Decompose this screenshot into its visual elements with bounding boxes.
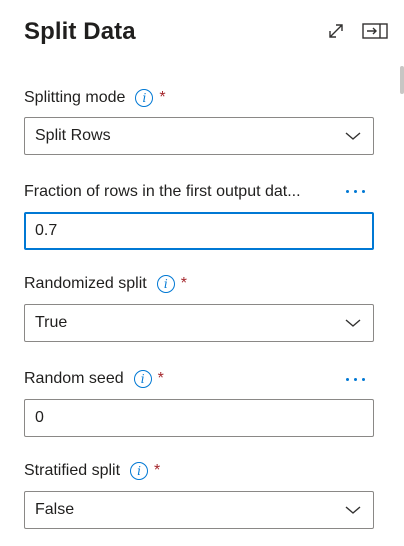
panel-title: Split Data: [24, 18, 136, 45]
info-icon[interactable]: i: [133, 370, 152, 388]
dock-panel-icon[interactable]: [362, 22, 388, 40]
fraction-input[interactable]: 0.7: [24, 212, 374, 250]
fraction-label: Fraction of rows in the first output dat…: [24, 183, 301, 200]
required-marker: *: [154, 462, 161, 479]
more-options-icon[interactable]: [345, 374, 367, 384]
stratified-split-label: Stratified split i *: [24, 462, 161, 480]
randomized-split-label: Randomized split i *: [24, 275, 187, 293]
chevron-down-icon: [345, 506, 361, 514]
dropdown-value: True: [35, 314, 68, 331]
random-seed-label: Random seed i *: [24, 370, 164, 388]
dropdown-value: Split Rows: [35, 127, 111, 144]
info-icon[interactable]: i: [135, 89, 154, 107]
dropdown-value: False: [35, 501, 75, 518]
scrollbar[interactable]: [398, 66, 404, 546]
info-icon[interactable]: i: [130, 462, 149, 480]
chevron-down-icon: [345, 132, 361, 140]
more-options-icon[interactable]: [345, 186, 367, 196]
stratified-split-dropdown[interactable]: False: [24, 491, 374, 529]
splitting-mode-dropdown[interactable]: Split Rows: [24, 117, 374, 155]
input-value: 0.7: [35, 222, 58, 239]
splitting-mode-label: Splitting mode i *: [24, 89, 166, 107]
chevron-down-icon: [345, 319, 361, 327]
randomized-split-dropdown[interactable]: True: [24, 304, 374, 342]
required-marker: *: [159, 89, 166, 106]
random-seed-input[interactable]: 0: [24, 399, 374, 437]
info-icon[interactable]: i: [156, 275, 175, 293]
scrollbar-thumb[interactable]: [400, 66, 404, 94]
expand-icon[interactable]: [327, 22, 345, 40]
required-marker: *: [157, 370, 164, 387]
required-marker: *: [180, 275, 187, 292]
input-value: 0: [35, 409, 44, 426]
